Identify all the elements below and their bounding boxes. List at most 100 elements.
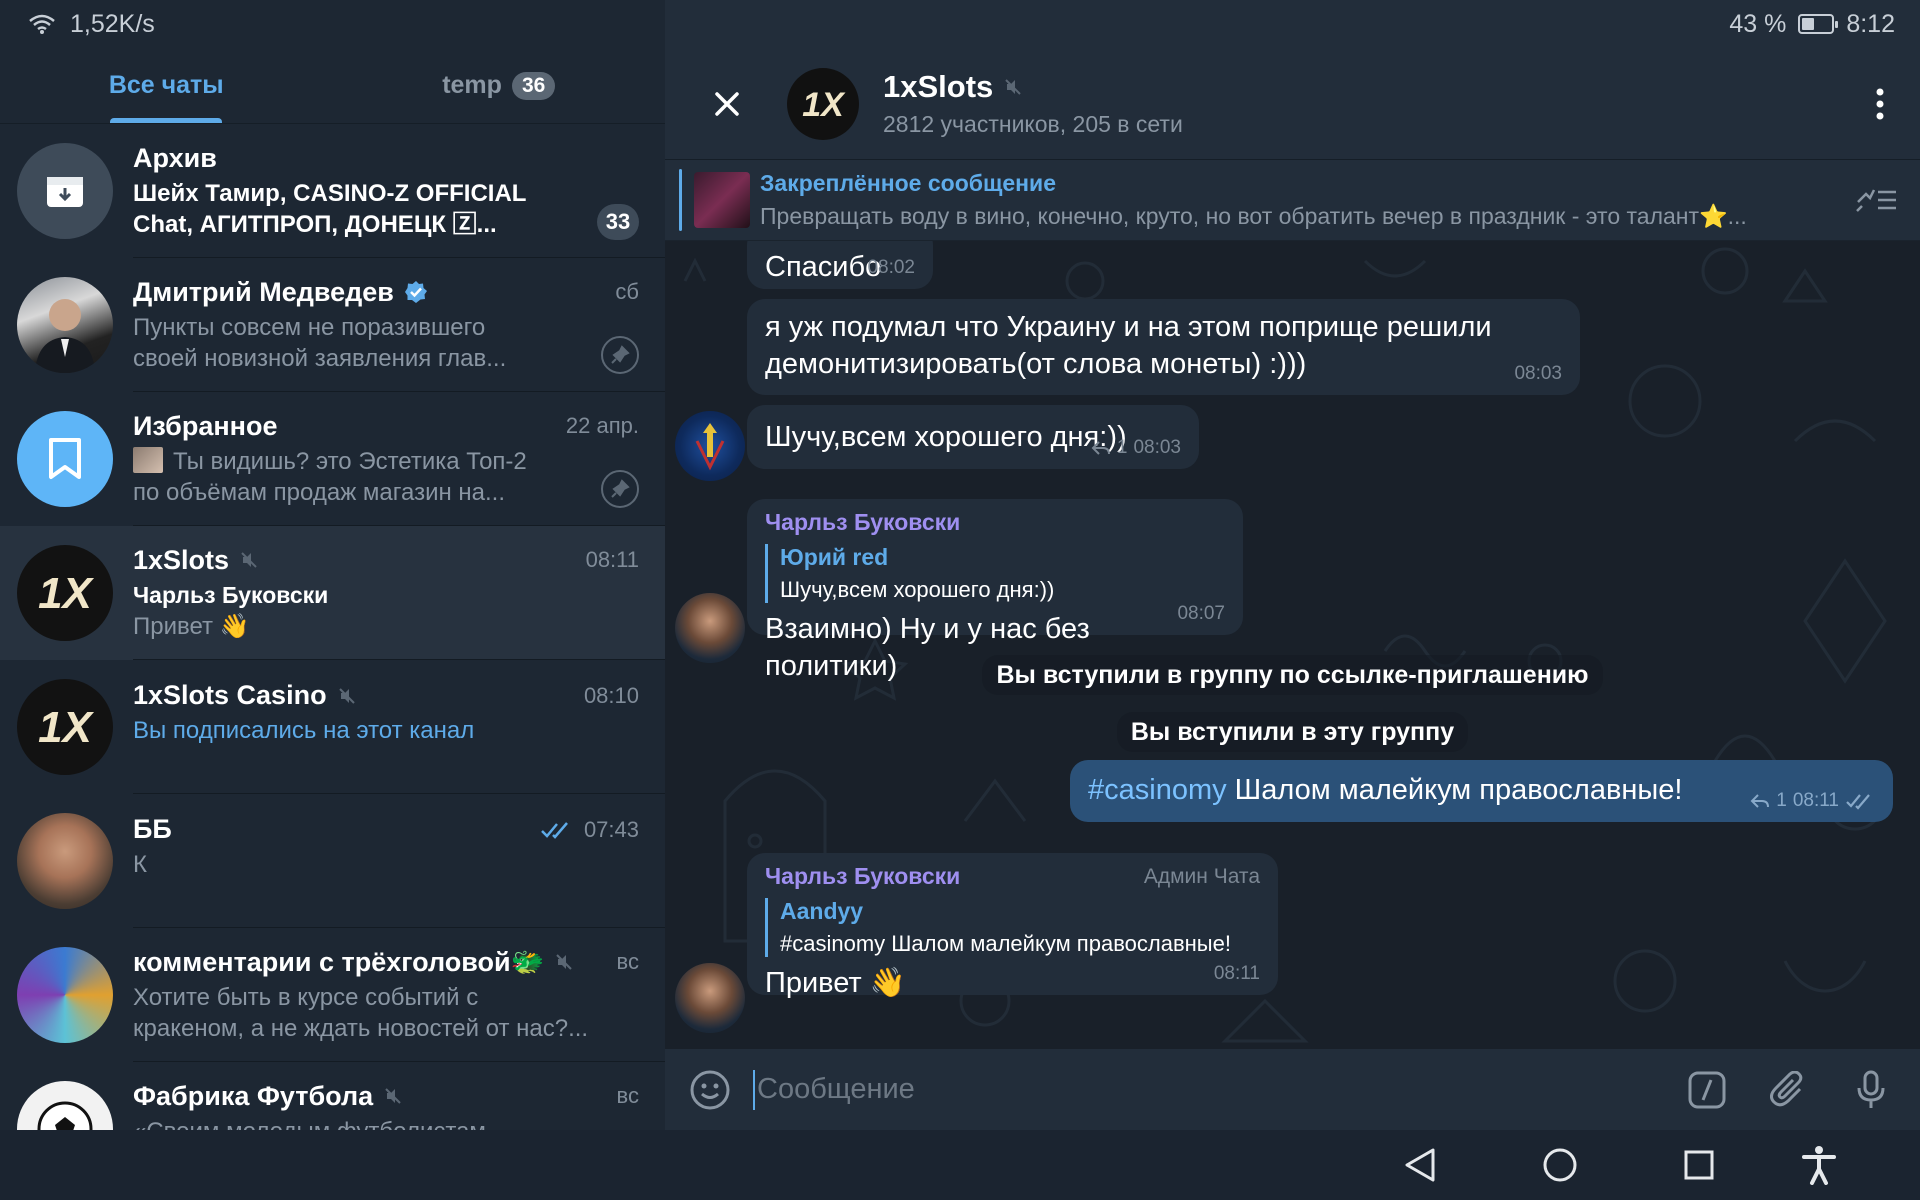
sender-avatar[interactable] <box>675 963 745 1033</box>
chat-preview-line: своей новизной заявления глав... <box>133 344 507 372</box>
chat-preview-line: по объёмам продаж магазин на... <box>133 478 505 506</box>
unread-badge: 33 <box>597 203 639 240</box>
bot-command-button[interactable] <box>1684 1067 1730 1113</box>
message-input[interactable] <box>753 1069 1684 1110</box>
message-bubble[interactable]: Спасибо 08:02 <box>747 241 933 289</box>
chat-top: ББ 07:43 <box>133 814 639 845</box>
message-time: 08:03 <box>1133 437 1181 458</box>
svg-text:1X: 1X <box>802 86 846 124</box>
chat-preview: «Своим молодым футболистам хочется <box>133 1116 639 1131</box>
message-bubble[interactable]: Чарльз Буковски Админ Чата Aandyy #casin… <box>747 853 1278 999</box>
reply-quote[interactable]: Юрий red Шучу,всем хорошего дня:)) <box>765 544 1225 603</box>
attach-button[interactable] <box>1766 1067 1812 1113</box>
folder-tabs: Все чаты temp 36 <box>0 48 665 124</box>
chat-preview: Хотите быть в курсе событий с кракеном, … <box>133 982 639 1044</box>
1xslots-avatar: 1X <box>17 545 113 641</box>
close-button[interactable] <box>697 74 757 134</box>
archive-avatar <box>17 143 113 239</box>
tab-all-chats[interactable]: Все чаты <box>0 48 333 123</box>
chat-item-comments[interactable]: комментарии с трёхголовой🐲 вс Хотите быт… <box>0 928 665 1062</box>
emoji-icon[interactable] <box>689 1069 731 1111</box>
sender-name[interactable]: Чарльз Буковски <box>765 509 1225 536</box>
chat-body: Фабрика Футбола вс «Своим молодым футбол… <box>133 1081 665 1131</box>
chat-item-football[interactable]: Фабрика Футбола вс «Своим молодым футбол… <box>0 1062 665 1130</box>
chat-preview-text: Хотите быть в курсе событий с кракеном, … <box>133 982 588 1044</box>
group-avatar[interactable]: 1X <box>787 67 859 140</box>
chat-body: 1xSlots 08:11 Чарльз Буковски Привет 👋 <box>133 545 665 642</box>
reply-icon <box>1091 441 1110 455</box>
chat-item-bb[interactable]: ББ 07:43 К <box>0 794 665 928</box>
message-bubble[interactable]: я уж подумал что Украину и на этом попри… <box>747 299 1580 395</box>
service-message: Вы вступили в эту группу <box>665 712 1920 752</box>
chat-item-saved[interactable]: Избранное 22 апр. Ты видишь? это Эстетик… <box>0 392 665 526</box>
home-button[interactable] <box>1537 1142 1583 1188</box>
chat-preview: Шейх Тамир, CASINO-Z OFFICIAL Chat, АГИТ… <box>133 178 639 240</box>
accessibility-button[interactable] <box>1796 1142 1842 1188</box>
chat-preview: Вы подписались на этот канал <box>133 715 639 746</box>
double-check-icon <box>541 821 568 839</box>
tab-temp-badge: 36 <box>511 71 556 100</box>
reply-text: #casinomy Шалом малейкум православные! <box>780 931 1231 956</box>
chat-title: Избранное <box>133 410 278 441</box>
conversation-panel: 1X 1xSlots 2812 участников, 205 в сети З… <box>665 48 1920 1130</box>
message-bubble[interactable]: Шучу,всем хорошего дня:)) 1 08:03 <box>747 405 1199 469</box>
service-message-text: Вы вступили в группу по ссылке-приглашен… <box>982 655 1603 695</box>
status-bar-right: 43 % 8:12 <box>665 0 1920 48</box>
sender-avatar[interactable] <box>675 411 745 481</box>
message-list: Спасибо 08:02 я уж подумал что Украину и… <box>665 241 1920 1097</box>
reply-text: Шучу,всем хорошего дня:)) <box>780 577 1055 602</box>
chat-top: Дмитрий Медведев сб <box>133 277 639 308</box>
chat-item-medvedev[interactable]: Дмитрий Медведев сб Пункты совсем не пор… <box>0 258 665 392</box>
chat-preview: К <box>133 849 639 880</box>
outgoing-message-bubble[interactable]: #casinomy Шалом малейкум православные! 1… <box>1070 760 1893 822</box>
group-info[interactable]: 1xSlots 2812 участников, 205 в сети <box>883 69 1183 138</box>
chat-item-archive[interactable]: Архив Шейх Тамир, CASINO-Z OFFICIAL Chat… <box>0 124 665 258</box>
voice-message-button[interactable] <box>1848 1067 1894 1113</box>
back-icon <box>1405 1148 1435 1182</box>
hashtag-link[interactable]: #casinomy <box>1088 774 1227 806</box>
pinned-message-bar[interactable]: Закреплённое сообщение Превращать воду в… <box>665 159 1920 240</box>
more-options-button[interactable] <box>1870 84 1890 124</box>
sender-avatar[interactable] <box>675 593 745 663</box>
chat-header: 1X 1xSlots 2812 участников, 205 в сети <box>665 48 1920 159</box>
chat-time: сб <box>615 279 639 304</box>
chat-list-panel: Все чаты temp 36 Архив Шейх Тамир, CASIN… <box>0 48 665 1130</box>
command-icon <box>1688 1071 1726 1108</box>
home-icon <box>1543 1148 1577 1182</box>
service-message: Вы вступили в группу по ссылке-приглашен… <box>665 655 1920 695</box>
chat-title: Дмитрий Медведев <box>133 277 428 308</box>
message-time: 08:11 <box>1213 963 1260 984</box>
mute-icon <box>1005 79 1021 95</box>
chat-title: 1xSlots <box>133 545 259 576</box>
mute-icon <box>338 687 355 704</box>
chat-time: 08:10 <box>583 682 639 708</box>
chat-body: Архив Шейх Тамир, CASINO-Z OFFICIAL Chat… <box>133 143 665 240</box>
tab-temp[interactable]: temp 36 <box>333 48 666 123</box>
chat-item-1xslots-casino[interactable]: 1X 1xSlots Casino 08:10 Вы подписались н… <box>0 660 665 794</box>
chat-title-text: 1xSlots <box>133 544 230 575</box>
message-text-line: я уж подумал что Украину и на этом попри… <box>765 311 1492 343</box>
chat-preview-text: «Своим молодым футболистам хочется <box>133 1116 563 1131</box>
chat-preview-line: Хотите быть в курсе событий с <box>133 984 479 1011</box>
back-button[interactable] <box>1397 1142 1443 1188</box>
chat-title-text: Фабрика Футбола <box>133 1080 374 1111</box>
accessibility-icon <box>1802 1146 1836 1185</box>
recents-button[interactable] <box>1676 1142 1722 1188</box>
chat-title-text: Дмитрий Медведев <box>133 276 394 307</box>
image-thumb-icon <box>133 446 163 473</box>
pinned-indicator <box>679 169 682 231</box>
chat-time: вс <box>616 949 639 974</box>
message-text-body: Шалом малейкум православные! <box>1226 774 1683 806</box>
message-bubble[interactable]: Чарльз Буковски Юрий red Шучу,всем хорош… <box>747 499 1243 682</box>
pinned-list-button[interactable] <box>1854 182 1898 221</box>
saved-avatar <box>17 411 113 507</box>
chat-top: Фабрика Футбола вс <box>133 1081 639 1112</box>
message-time: 08:07 <box>1177 603 1225 624</box>
pin-icon <box>601 335 639 374</box>
reply-quote[interactable]: Aandyy #casinomy Шалом малейкум правосла… <box>765 898 1260 957</box>
mute-icon <box>556 954 572 970</box>
chat-sender: Чарльз Буковски <box>133 581 329 608</box>
chat-preview-text: Ты видишь? это Эстетика Топ-2 по объёмам… <box>133 446 527 508</box>
wifi-icon <box>29 14 55 34</box>
chat-item-1xslots[interactable]: 1X 1xSlots 08:11 Чарльз Буковски Привет … <box>0 526 665 660</box>
